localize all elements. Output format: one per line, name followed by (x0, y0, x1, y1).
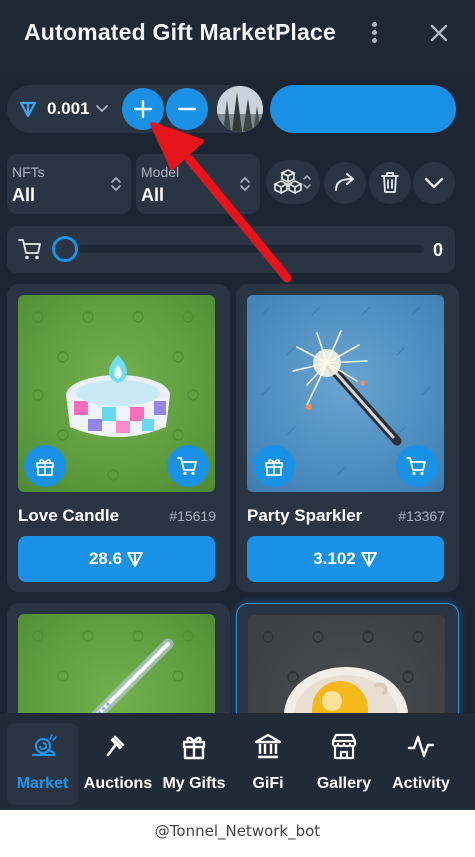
add-balance-button[interactable] (122, 88, 164, 130)
expand-filters-button[interactable] (413, 162, 455, 204)
balance-value: 0.001 (47, 99, 90, 118)
nfts-filter-value: All (12, 185, 36, 205)
gift-card[interactable]: Love Candle #15619 28.6 (7, 284, 230, 592)
nav-label: My Gifts (162, 775, 226, 792)
cubes-icon (273, 169, 303, 195)
gift-price: 28.6 (88, 549, 123, 568)
send-gift-button[interactable] (24, 445, 66, 487)
gift-price: 3.102 (313, 549, 356, 568)
nav-label: Market (16, 775, 69, 792)
add-to-cart-button[interactable] (167, 445, 209, 487)
nav-label: Gallery (316, 775, 372, 792)
cart-icon (17, 236, 43, 262)
bot-handle-caption: @Tonnel_Network_bot (154, 822, 321, 840)
chevron-down-icon (424, 177, 444, 189)
nav-my-gifts[interactable]: My Gifts (158, 723, 230, 805)
model-filter-value: All (141, 185, 165, 205)
app-title: Automated Gift MarketPlace (24, 19, 336, 45)
model-filter[interactable]: Model All (136, 154, 260, 214)
ton-icon (360, 552, 377, 567)
gift-icon (36, 459, 54, 476)
gift-name: Party Sparkler (247, 506, 363, 525)
plus-icon (133, 99, 153, 119)
ton-icon (127, 552, 144, 567)
updown-chevron-icon (111, 176, 121, 192)
bank-icon (254, 733, 282, 759)
gift-image-love-candle[interactable] (18, 295, 215, 492)
close-icon[interactable] (426, 20, 452, 46)
nav-label: Auctions (83, 775, 153, 792)
nav-gallery[interactable]: Gallery (306, 723, 382, 805)
slider-track[interactable] (78, 245, 424, 253)
forward-arrow-icon (335, 173, 354, 191)
activity-icon (407, 735, 435, 758)
chevron-down-icon[interactable] (95, 101, 109, 115)
trash-icon (381, 172, 399, 193)
kebab-menu-icon[interactable] (364, 22, 384, 48)
nav-auctions[interactable]: Auctions (82, 723, 154, 805)
bottom-nav: Market Auctions My Gifts GiFi Gallery Ac… (0, 713, 475, 810)
store-icon (331, 733, 357, 760)
model-filter-label: Model (141, 164, 180, 180)
share-button[interactable] (324, 162, 366, 204)
buy-price-button[interactable]: 3.102 (247, 536, 444, 582)
avatar[interactable] (217, 86, 263, 132)
nav-market[interactable]: Market (7, 723, 78, 805)
wallet-address-button[interactable] (270, 85, 456, 133)
nfts-filter[interactable]: NFTs All (7, 154, 131, 214)
gavel-icon (106, 735, 125, 757)
withdraw-balance-button[interactable] (166, 88, 208, 130)
ton-icon (19, 100, 37, 118)
clear-filters-button[interactable] (369, 162, 411, 204)
app-window: Automated Gift MarketPlace 0.001 NFTs Al… (0, 0, 475, 810)
snail-icon (31, 734, 57, 757)
cart-icon (177, 457, 197, 476)
gift-name: Love Candle (18, 506, 120, 525)
nav-activity[interactable]: Activity (386, 723, 456, 805)
cart-icon (406, 457, 426, 476)
send-gift-button[interactable] (253, 445, 295, 487)
add-to-cart-button[interactable] (396, 445, 438, 487)
slider-handle[interactable] (52, 236, 78, 262)
gift-image-party-sparkler[interactable] (247, 295, 444, 492)
slider-value: 0 (433, 240, 444, 260)
nav-label: GiFi (252, 775, 284, 792)
updown-chevron-icon (240, 176, 250, 192)
backdrop-filter-button[interactable] (266, 160, 320, 204)
gift-card[interactable]: Party Sparkler #13367 3.102 (236, 284, 459, 592)
nav-gifi[interactable]: GiFi (234, 723, 302, 805)
gift-number: #15619 (169, 508, 216, 524)
buy-price-button[interactable]: 28.6 (18, 536, 215, 582)
gift-icon (265, 459, 283, 476)
gift-icon (182, 736, 206, 760)
gift-number: #13367 (398, 508, 445, 524)
nfts-filter-label: NFTs (12, 164, 45, 180)
minus-icon (177, 107, 197, 111)
nav-label: Activity (392, 775, 450, 792)
header-bar: Automated Gift MarketPlace (0, 0, 475, 72)
